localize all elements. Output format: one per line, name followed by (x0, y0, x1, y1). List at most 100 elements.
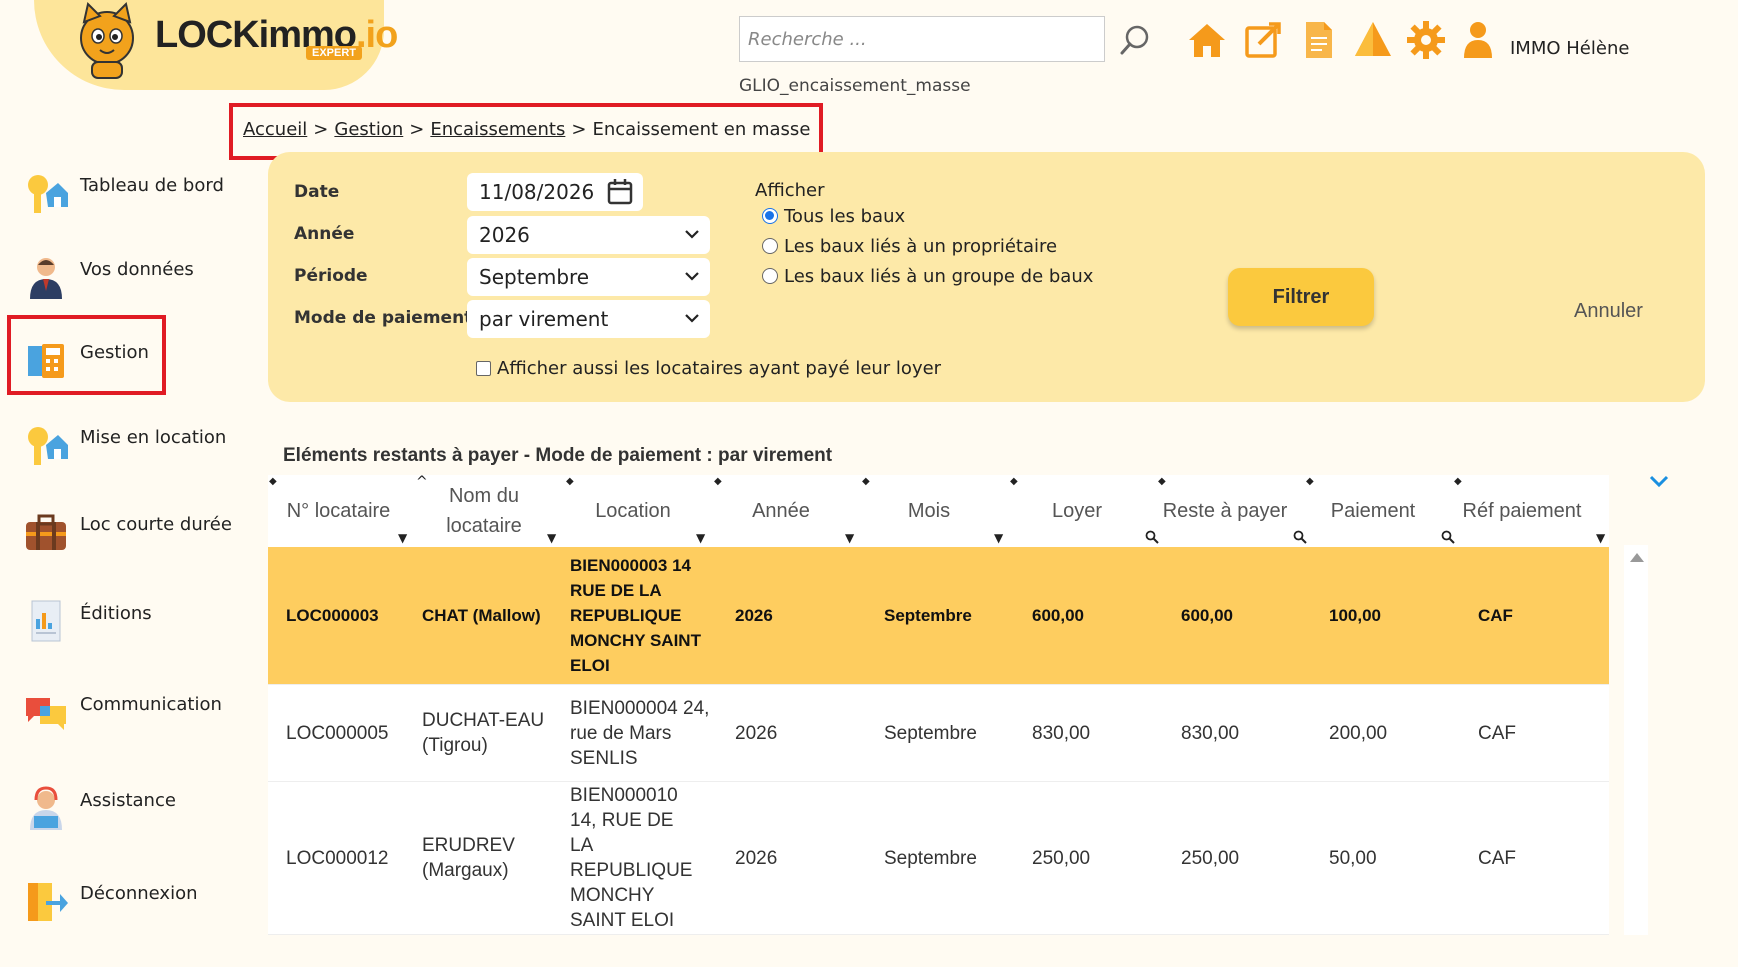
filter-icon[interactable]: ▼ (1596, 531, 1605, 545)
chevron-down-icon (685, 230, 699, 239)
sort-icon[interactable]: ◆ (566, 476, 574, 487)
radio-baux-groupe[interactable]: Les baux liés à un groupe de baux (762, 266, 1093, 287)
breadcrumb-gestion[interactable]: Gestion (334, 119, 403, 140)
sidebar-item-label: Vos données (80, 259, 194, 280)
filter-icon[interactable]: ▼ (845, 531, 854, 545)
key-house-icon (28, 427, 68, 465)
filter-icon[interactable]: ▼ (398, 531, 407, 545)
cell-loyer: 250,00 (1032, 847, 1091, 869)
cell-nom: DUCHAT-EAU (Tigrou) (422, 710, 545, 756)
user-name[interactable]: IMMO Hélène (1510, 38, 1629, 59)
radio-unselected[interactable] (762, 268, 778, 284)
radio-unselected[interactable] (762, 238, 778, 254)
radio-selected[interactable] (762, 208, 778, 224)
breadcrumb-accueil[interactable]: Accueil (243, 119, 307, 140)
periode-select[interactable]: Septembre (467, 258, 710, 296)
afficher-label: Afficher (755, 180, 825, 201)
chevron-down-icon (685, 314, 699, 323)
sort-asc-icon[interactable]: ^ (416, 474, 428, 490)
search-icon[interactable] (1117, 22, 1153, 58)
col-nom-locataire[interactable]: Nom du locataire (409, 475, 559, 547)
alert-icon[interactable] (1353, 20, 1393, 60)
cell-reste: 250,00 (1181, 847, 1240, 869)
radio-tous-les-baux[interactable]: Tous les baux (762, 206, 905, 227)
table-row[interactable]: LOC000003 CHAT (Mallow) BIEN000003 14 RU… (268, 547, 1609, 685)
sidebar-item-mise-en-location[interactable]: Mise en location (24, 415, 244, 475)
cell-annee: 2026 (735, 606, 773, 625)
col-ref-paiement[interactable]: Réf paiement (1447, 475, 1597, 547)
filter-icon[interactable]: ▼ (547, 531, 556, 545)
sidebar-item-gestion[interactable]: Gestion (24, 330, 244, 390)
sidebar-item-communication[interactable]: Communication (24, 682, 244, 742)
col-paiement[interactable]: Paiement (1299, 475, 1447, 547)
cell-ref: CAF (1478, 847, 1516, 869)
mode-paiement-label: Mode de paiement (294, 308, 473, 328)
sidebar-item-assistance[interactable]: Assistance (24, 778, 244, 838)
radio-baux-proprietaire[interactable]: Les baux liés à un propriétaire (762, 236, 1057, 257)
sidebar-item-editions[interactable]: Éditions (24, 591, 244, 651)
checkbox-box[interactable] (476, 361, 491, 376)
sidebar-item-label: Loc courte durée (80, 514, 232, 535)
breadcrumb-encaissements[interactable]: Encaissements (430, 119, 565, 140)
sort-icon[interactable]: ◆ (1454, 476, 1462, 487)
mode-paiement-select[interactable]: par virement (467, 300, 710, 338)
col-annee[interactable]: Année (707, 475, 855, 547)
calculator-icon (28, 344, 64, 378)
annee-select[interactable]: 2026 (467, 216, 710, 254)
sidebar-item-label: Tableau de bord (80, 175, 224, 196)
scrollbar[interactable] (1624, 545, 1648, 935)
edit-icon[interactable] (1243, 20, 1283, 60)
col-no-locataire[interactable]: N° locataire (268, 475, 409, 547)
col-reste-a-payer[interactable]: Reste à payer (1151, 475, 1299, 547)
date-field[interactable]: 11/08/2026 (467, 173, 643, 211)
col-loyer[interactable]: Loyer (1003, 475, 1151, 547)
report-icon (31, 600, 61, 642)
cell-reste: 600,00 (1181, 606, 1233, 625)
search-icon[interactable] (1145, 530, 1159, 544)
search-input[interactable] (739, 16, 1105, 62)
filtrer-button[interactable]: Filtrer (1228, 268, 1374, 326)
sort-icon[interactable]: ◆ (1010, 476, 1018, 487)
filter-icon[interactable]: ▼ (696, 531, 705, 545)
table-row[interactable]: LOC000012 ERUDREV (Margaux) BIEN000010 1… (268, 782, 1609, 935)
cell-no: LOC000012 (286, 847, 389, 869)
calendar-icon[interactable] (607, 173, 633, 211)
suitcase-icon (26, 514, 66, 550)
sidebar-item-loc-courte-duree[interactable]: Loc courte durée (24, 502, 244, 562)
checkbox-label: Afficher aussi les locataires ayant payé… (497, 358, 942, 379)
search-icon[interactable] (1293, 530, 1307, 544)
sidebar-item-tableau-de-bord[interactable]: Tableau de bord (24, 163, 244, 223)
user-icon[interactable] (1458, 20, 1498, 60)
sort-icon[interactable]: ◆ (1306, 476, 1314, 487)
col-location[interactable]: Location (559, 475, 707, 547)
sidebar-item-label: Déconnexion (80, 883, 198, 904)
chevron-down-icon[interactable] (1648, 474, 1670, 488)
gear-icon[interactable] (1406, 20, 1446, 60)
home-icon[interactable] (1187, 20, 1227, 60)
cell-reste: 830,00 (1181, 722, 1240, 744)
sidebar-item-deconnexion[interactable]: Déconnexion (24, 871, 244, 931)
sidebar-item-label: Gestion (80, 342, 149, 363)
scroll-up-arrow[interactable] (1630, 553, 1644, 562)
table-row[interactable]: LOC000005 DUCHAT-EAU (Tigrou) BIEN000004… (268, 685, 1609, 782)
sort-icon[interactable]: ◆ (1158, 476, 1166, 487)
sort-icon[interactable]: ◆ (269, 476, 277, 487)
search-icon[interactable] (1441, 530, 1455, 544)
filter-icon[interactable]: ▼ (994, 531, 1003, 545)
breadcrumb-separator: > (313, 119, 329, 140)
document-icon[interactable] (1298, 20, 1338, 60)
logo[interactable]: LOCKimmo.io EXPERT (70, 0, 398, 80)
cell-mois: Septembre (884, 606, 972, 625)
breadcrumb-separator: > (571, 119, 587, 140)
sort-icon[interactable]: ◆ (862, 476, 870, 487)
checkbox-payes[interactable]: Afficher aussi les locataires ayant payé… (476, 358, 941, 379)
sidebar-item-vos-donnees[interactable]: Vos données (24, 247, 244, 307)
periode-label: Période (294, 266, 368, 286)
cell-annee: 2026 (735, 722, 778, 744)
sort-icon[interactable]: ◆ (714, 476, 722, 487)
annuler-button[interactable]: Annuler (1574, 300, 1643, 323)
breadcrumb-current: Encaissement en masse (592, 119, 811, 140)
col-mois[interactable]: Mois (855, 475, 1003, 547)
cell-ref: CAF (1478, 722, 1516, 744)
table-header: N° locataire Nom du locataire Location A… (268, 474, 1609, 547)
